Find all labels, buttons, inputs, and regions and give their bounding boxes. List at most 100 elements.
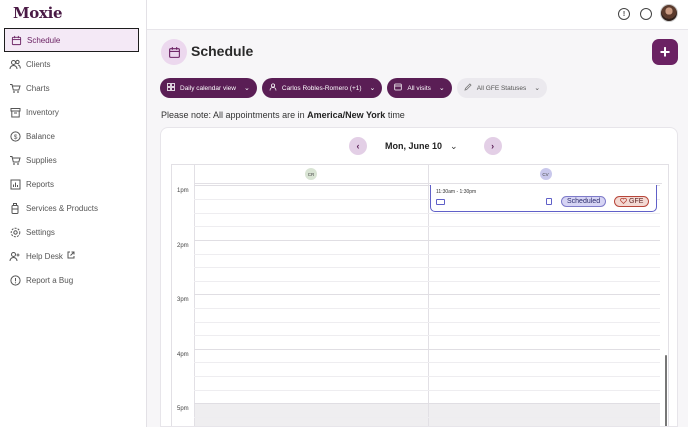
slot-line [194,213,660,214]
calendar-icon [161,39,187,65]
column-header-cr: CR [194,165,428,184]
slot-line [194,390,660,391]
topbar: ! [147,0,688,30]
sidebar-item-supplies[interactable]: Supplies [0,148,147,172]
visits-icon [394,83,403,93]
chevron-down-icon[interactable]: ⌄ [450,141,458,152]
provider-label: Carlos Robles-Romero (+1) [281,84,362,92]
provider-badge[interactable]: CR [305,168,317,180]
inventory-icon [9,106,21,118]
sidebar-item-label: Charts [26,83,50,93]
scrollbar[interactable] [665,355,667,426]
sidebar-item-label: Inventory [26,107,59,117]
sidebar-item-inventory[interactable]: Inventory [0,100,147,124]
svg-text:$: $ [13,133,17,140]
sidebar-item-reports[interactable]: Reports [0,172,147,196]
add-appointment-button[interactable]: + [652,39,678,65]
unavailable-zone [194,403,660,426]
slot-line [194,308,660,309]
column-divider [428,165,429,426]
page-title: Schedule [191,43,254,59]
column-header-cv: CV [429,165,662,184]
cart-icon [9,82,21,94]
provider-badge[interactable]: CV [539,168,552,180]
status-badge: Scheduled [561,196,607,207]
time-gutter-divider [194,165,195,426]
sidebar-item-charts[interactable]: Charts [0,76,147,100]
day-grid: CR CV 1pm 2pm 3pm 4pm 5pm 11:30am - 1:30 [171,164,669,426]
gfe-badge: GFE [614,196,650,207]
time-label: 2pm [177,243,189,249]
sidebar-item-help-desk[interactable]: Help Desk [0,244,147,268]
sidebar-item-label: Help Desk [26,251,63,261]
users-icon [9,58,21,70]
sidebar-item-label: Report a Bug [26,275,74,285]
chevron-down-icon: ⌄ [369,85,376,92]
current-date[interactable]: Mon, June 10 [385,141,442,151]
time-label: 5pm [177,406,189,412]
sidebar-item-label: Schedule [27,35,61,45]
sidebar-item-settings[interactable]: Settings [0,220,147,244]
visits-label: All visits [407,84,431,92]
slot-line [194,417,660,418]
sidebar-item-label: Supplies [26,155,57,165]
sidebar-item-clients[interactable]: Clients [0,52,147,76]
sidebar-item-services-products[interactable]: Services & Products [0,196,147,220]
calendar-icon [10,34,22,46]
chevron-down-icon: ⌄ [438,85,445,92]
sidebar-item-label: Clients [26,59,51,69]
sidebar-nav: Schedule Clients Charts Inventory $ Bala… [0,28,147,292]
previous-day-button[interactable]: ‹ [349,137,367,155]
next-day-button[interactable]: › [483,137,502,155]
sidebar-item-label: Settings [26,227,55,237]
note-prefix: Please note: All appointments are in [161,110,308,120]
pencil-icon [464,83,472,93]
time-label: 3pm [177,297,189,303]
gfe-label: GFE [629,198,644,205]
sidebar-item-label: Services & Products [26,203,99,213]
alert-icon [9,274,21,286]
gfe-status-select[interactable]: All GFE Statuses ⌄ [456,78,548,98]
slot-line [194,335,660,336]
slot-line [194,362,660,363]
grid-icon [167,83,175,93]
slot-line [194,376,660,377]
sidebar-item-report-bug[interactable]: Report a Bug [0,268,147,292]
appointment-time: 11:30am - 1:30pm [436,189,477,195]
chevron-down-icon: ⌄ [534,85,541,92]
sidebar-item-balance[interactable]: $ Balance [0,124,147,148]
sidebar-item-schedule[interactable]: Schedule [4,28,139,52]
calendar-view-select[interactable]: Daily calendar view ⌄ [160,78,257,98]
cart-icon [9,154,21,166]
time-label: 1pm [177,188,189,194]
slot-line [194,281,660,282]
dollar-icon: $ [9,130,21,142]
visits-select[interactable]: All visits ⌄ [387,78,452,98]
filter-bar: Daily calendar view ⌄ Carlos Robles-Rome… [160,78,548,98]
appointment-card[interactable]: 11:30am - 1:30pm Scheduled GFE [430,185,657,212]
note-suffix: time [385,110,405,120]
avatar[interactable] [660,4,678,22]
hour-line [194,403,660,404]
app-logo[interactable]: Moxie [13,4,63,22]
note-timezone: America/New York [307,110,386,120]
bottle-icon [9,202,21,214]
chat-icon[interactable] [640,8,652,20]
sidebar-item-label: Balance [26,131,55,141]
user-icon [269,83,277,93]
clipboard-icon [546,198,552,205]
slot-line [194,226,660,227]
gear-icon [9,226,21,238]
help-icon [9,250,21,262]
sidebar: Moxie Schedule Clients Charts Inventory … [0,0,147,427]
card-icon [436,199,445,205]
time-label: 4pm [177,352,189,358]
info-icon[interactable]: ! [618,8,630,20]
sidebar-item-label: Reports [26,179,55,189]
hour-line [194,349,660,350]
provider-select[interactable]: Carlos Robles-Romero (+1) ⌄ [261,78,383,98]
slot-line [194,267,660,268]
gfe-status-label: All GFE Statuses [476,84,527,92]
hour-line [194,240,660,241]
hour-line [194,294,660,295]
